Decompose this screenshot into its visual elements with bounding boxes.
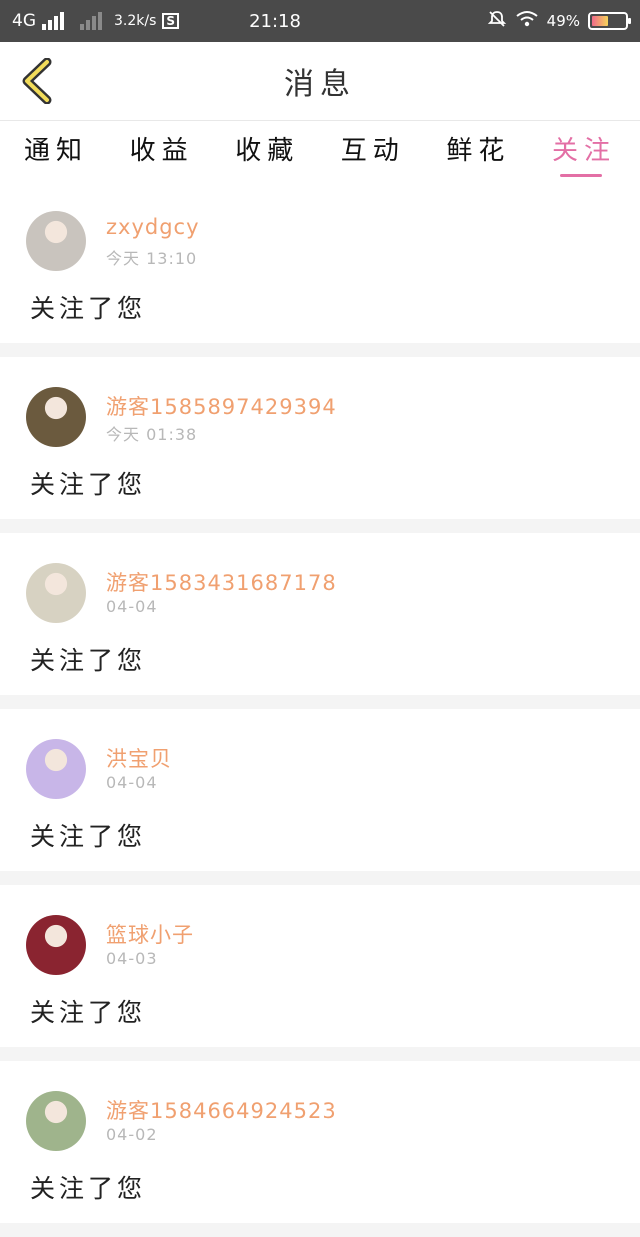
timestamp: 04-03 bbox=[106, 949, 158, 968]
battery-icon bbox=[588, 12, 631, 30]
message-text: 关注了您 bbox=[30, 470, 147, 499]
list-item[interactable]: 篮球小子 04-03 关注了您 bbox=[0, 885, 640, 1047]
avatar[interactable] bbox=[26, 563, 86, 623]
signal-icon bbox=[42, 12, 64, 30]
header: 消息 bbox=[0, 42, 640, 121]
tab-flowers[interactable]: 鲜花 bbox=[446, 121, 510, 175]
status-right: 49% bbox=[398, 9, 631, 34]
tab-bar: 通知 收益 收藏 互动 鲜花 关注 bbox=[0, 121, 640, 181]
message-text: 关注了您 bbox=[30, 646, 147, 675]
page-title: 消息 bbox=[284, 67, 356, 102]
list-item[interactable]: 游客1584664924523 04-02 关注了您 bbox=[0, 1061, 640, 1223]
tab-notifications[interactable]: 通知 bbox=[24, 121, 88, 175]
status-bar: 4G 3.2k/s S 21:18 49% bbox=[0, 0, 640, 42]
tab-interactions[interactable]: 互动 bbox=[341, 121, 405, 175]
message-text: 关注了您 bbox=[30, 1174, 147, 1203]
wifi-icon bbox=[515, 10, 539, 33]
username[interactable]: 洪宝贝 bbox=[106, 743, 172, 773]
network-type: 4G bbox=[12, 11, 36, 31]
avatar[interactable] bbox=[26, 739, 86, 799]
signal-2-icon bbox=[80, 12, 102, 30]
timestamp: 04-04 bbox=[106, 597, 158, 616]
username[interactable]: 游客1585897429394 bbox=[106, 391, 337, 421]
timestamp: 今天 01:38 bbox=[106, 425, 198, 444]
avatar[interactable] bbox=[26, 211, 86, 271]
timestamp: 今天 13:10 bbox=[106, 249, 198, 268]
username[interactable]: 篮球小子 bbox=[106, 919, 194, 949]
avatar[interactable] bbox=[26, 387, 86, 447]
timestamp: 04-02 bbox=[106, 1125, 158, 1144]
username[interactable]: 游客1583431687178 bbox=[106, 567, 337, 597]
message-text: 关注了您 bbox=[30, 822, 147, 851]
battery-percent: 49% bbox=[546, 12, 580, 30]
message-text: 关注了您 bbox=[30, 998, 147, 1027]
message-text: 关注了您 bbox=[30, 294, 147, 323]
list-item[interactable]: 游客1583431687178 04-04 关注了您 bbox=[0, 533, 640, 695]
avatar[interactable] bbox=[26, 915, 86, 975]
timestamp: 04-04 bbox=[106, 773, 158, 792]
list-item[interactable]: 游客1585897429394 今天 01:38 关注了您 bbox=[0, 357, 640, 519]
list-item[interactable]: zxydgcy 今天 13:10 关注了您 bbox=[0, 181, 640, 343]
tab-earnings[interactable]: 收益 bbox=[130, 121, 194, 175]
username[interactable]: 游客1584664924523 bbox=[106, 1095, 337, 1125]
back-button[interactable] bbox=[14, 56, 58, 106]
tab-follows[interactable]: 关注 bbox=[552, 121, 616, 177]
chevron-left-icon bbox=[22, 58, 52, 104]
tab-favorites[interactable]: 收藏 bbox=[235, 121, 299, 175]
network-speed: 3.2k/s bbox=[114, 13, 157, 29]
avatar[interactable] bbox=[26, 1091, 86, 1151]
message-list: zxydgcy 今天 13:10 关注了您 游客1585897429394 今天… bbox=[0, 181, 640, 1237]
username[interactable]: zxydgcy bbox=[106, 215, 200, 239]
bell-muted-icon bbox=[487, 9, 507, 34]
list-item[interactable]: 洪宝贝 04-04 关注了您 bbox=[0, 709, 640, 871]
clock: 21:18 bbox=[249, 10, 301, 32]
